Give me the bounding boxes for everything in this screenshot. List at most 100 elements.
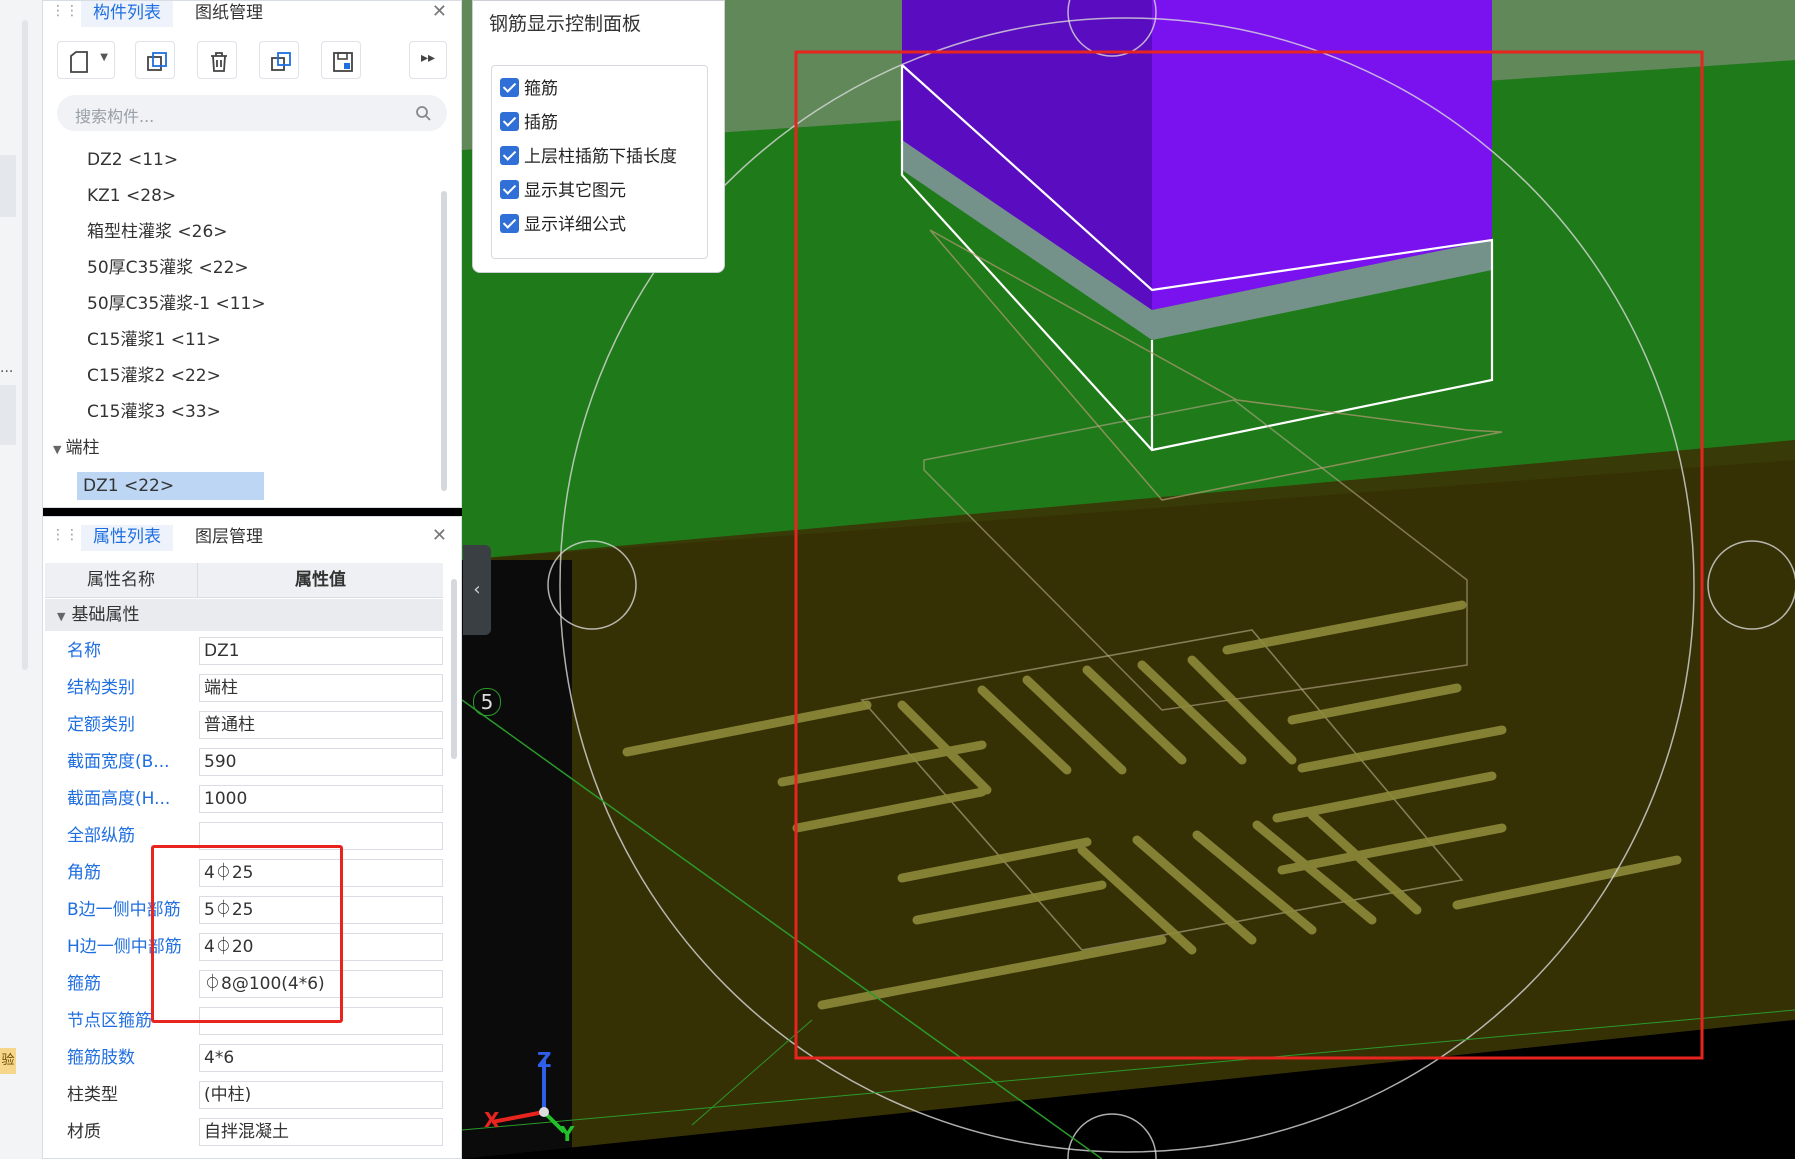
property-name: 柱类型 bbox=[67, 1085, 118, 1105]
property-row: 柱类型 (中柱) bbox=[45, 1077, 443, 1114]
list-item[interactable]: C15灌浆3 <33> bbox=[81, 398, 227, 426]
drag-grip-icon[interactable]: ⋮⋮ bbox=[51, 1, 79, 23]
rebar-display-panel: 钢筋显示控制面板 箍筋 插筋 上层柱插筋下插长度 显示其它图元 显示详细公式 bbox=[472, 0, 725, 273]
more-tools-button[interactable]: ▸▸ bbox=[409, 41, 447, 79]
save-icon bbox=[333, 52, 353, 72]
foundation-side bbox=[462, 560, 572, 1159]
tab-property-list[interactable]: 属性列表 bbox=[81, 525, 173, 551]
list-item[interactable]: DZ2 <11> bbox=[81, 146, 184, 174]
axis-label-x: X bbox=[484, 1108, 500, 1132]
property-name: 截面高度(H... bbox=[67, 789, 171, 809]
checkbox-show-other-elements[interactable]: 显示其它图元 bbox=[500, 176, 626, 206]
left-strip-block[interactable] bbox=[0, 155, 16, 217]
rebar-options-group: 箍筋 插筋 上层柱插筋下插长度 显示其它图元 显示详细公式 bbox=[491, 65, 708, 259]
property-section-basic[interactable]: ▼ 基础属性 bbox=[45, 599, 443, 631]
group-label: 端柱 bbox=[65, 438, 100, 458]
checkbox-checked-icon[interactable] bbox=[500, 180, 519, 199]
tree-group-end-column[interactable]: ▼ 端柱 bbox=[53, 434, 99, 462]
component-toolbar: ▼ ▸▸ bbox=[57, 41, 447, 81]
column-header-value[interactable]: 属性值 bbox=[198, 563, 443, 597]
component-tabs: ⋮⋮ 构件列表 图纸管理 ✕ bbox=[43, 1, 461, 27]
property-value[interactable]: 端柱 bbox=[199, 674, 443, 702]
property-row: 定额类别 普通柱 bbox=[45, 707, 443, 744]
property-value[interactable]: 1000 bbox=[199, 785, 443, 813]
tab-drawing-management[interactable]: 图纸管理 bbox=[183, 1, 275, 27]
checkbox-checked-icon[interactable] bbox=[500, 214, 519, 233]
copy-icon bbox=[147, 52, 167, 71]
new-component-button[interactable]: ▼ bbox=[57, 41, 115, 79]
chevron-left-icon: ‹ bbox=[473, 579, 481, 600]
delete-component-button[interactable] bbox=[197, 41, 237, 79]
copy-component-button[interactable] bbox=[135, 41, 175, 79]
tab-layer-management[interactable]: 图层管理 bbox=[183, 525, 275, 551]
property-value[interactable]: 4*6 bbox=[199, 1044, 443, 1072]
checkbox-label: 显示其它图元 bbox=[524, 181, 626, 201]
component-search[interactable]: 搜索构件... bbox=[57, 95, 447, 131]
axis-label-y: Y bbox=[560, 1122, 575, 1146]
caret-down-icon[interactable]: ▼ bbox=[53, 443, 61, 456]
property-value[interactable]: DZ1 bbox=[199, 637, 443, 665]
list-item[interactable]: 50厚C35灌浆-1 <11> bbox=[81, 290, 272, 318]
property-row: 截面高度(H... 1000 bbox=[45, 781, 443, 818]
left-toolstrip: ... 验 bbox=[0, 0, 43, 1159]
save-component-button[interactable] bbox=[321, 41, 361, 79]
search-input[interactable]: 搜索构件... bbox=[75, 103, 154, 127]
property-row: 结构类别 端柱 bbox=[45, 670, 443, 707]
list-item[interactable]: C15灌浆2 <22> bbox=[81, 362, 227, 390]
property-name: 结构类别 bbox=[67, 678, 135, 698]
drag-grip-icon[interactable]: ⋮⋮ bbox=[51, 525, 79, 547]
double-chevron-right-icon: ▸▸ bbox=[421, 50, 436, 66]
property-list-panel: ⋮⋮ 属性列表 图层管理 ✕ 属性名称 属性值 ▼ 基础属性 名称 DZ1 结构类别… bbox=[42, 516, 462, 1159]
close-icon[interactable]: ✕ bbox=[432, 1, 447, 23]
left-strip-scrollbar[interactable] bbox=[22, 20, 28, 670]
tab-component-list[interactable]: 构件列表 bbox=[81, 1, 173, 27]
layers-copy-icon bbox=[271, 52, 291, 71]
property-tabs: ⋮⋮ 属性列表 图层管理 ✕ bbox=[43, 525, 461, 551]
collapse-panel-button[interactable]: ‹ bbox=[463, 545, 491, 635]
property-row: 名称 DZ1 bbox=[45, 633, 443, 670]
list-item[interactable]: 50厚C35灌浆 <22> bbox=[81, 254, 255, 282]
property-grid-header: 属性名称 属性值 bbox=[45, 563, 443, 598]
checkbox-checked-icon[interactable] bbox=[500, 112, 519, 131]
checkbox-show-detailed-formula[interactable]: 显示详细公式 bbox=[500, 210, 626, 240]
caret-down-icon[interactable]: ▼ bbox=[57, 610, 65, 623]
search-icon[interactable] bbox=[415, 105, 431, 121]
left-strip-dots: ... bbox=[0, 360, 14, 376]
column-header-name[interactable]: 属性名称 bbox=[45, 563, 198, 597]
property-name: 定额类别 bbox=[67, 715, 135, 735]
property-value[interactable]: 590 bbox=[199, 748, 443, 776]
list-item[interactable]: KZ1 <28> bbox=[81, 182, 182, 210]
property-grid-scrollbar[interactable] bbox=[451, 579, 457, 759]
checkbox-dowel[interactable]: 插筋 bbox=[500, 108, 558, 138]
property-name: 箍筋肢数 bbox=[67, 1048, 135, 1068]
dropdown-arrow-icon: ▼ bbox=[100, 52, 108, 63]
checkbox-label: 显示详细公式 bbox=[524, 215, 626, 235]
property-name: 名称 bbox=[67, 641, 101, 661]
property-row: 截面宽度(B... 590 bbox=[45, 744, 443, 781]
duplicate-layer-button[interactable] bbox=[259, 41, 299, 79]
property-row: 箍筋肢数 4*6 bbox=[45, 1040, 443, 1077]
selected-list-item[interactable]: DZ1 <22> bbox=[77, 472, 264, 500]
component-list-scrollbar[interactable] bbox=[441, 191, 447, 491]
axis-label-z: Z bbox=[537, 1048, 552, 1072]
close-icon[interactable]: ✕ bbox=[432, 525, 447, 547]
property-value[interactable]: 普通柱 bbox=[199, 711, 443, 739]
list-item[interactable]: 箱型柱灌浆 <26> bbox=[81, 218, 234, 246]
left-strip-badge[interactable]: 验 bbox=[0, 1048, 16, 1074]
checkbox-upper-dowel-length[interactable]: 上层柱插筋下插长度 bbox=[500, 142, 677, 172]
left-strip-block-2[interactable] bbox=[0, 385, 16, 445]
checkbox-stirrup[interactable]: 箍筋 bbox=[500, 74, 558, 104]
checkbox-checked-icon[interactable] bbox=[500, 146, 519, 165]
new-file-icon bbox=[70, 51, 88, 73]
list-item[interactable]: C15灌浆1 <11> bbox=[81, 326, 227, 354]
axis-label: 5 bbox=[473, 688, 501, 716]
property-value[interactable]: 自拌混凝土 bbox=[199, 1118, 443, 1146]
property-value[interactable]: (中柱) bbox=[199, 1081, 443, 1109]
component-list-panel: ⋮⋮ 构件列表 图纸管理 ✕ ▼ ▸▸ 搜索构件... DZ2 <11> KZ1… bbox=[42, 0, 462, 508]
section-label: 基础属性 bbox=[71, 605, 140, 625]
property-name: 截面宽度(B... bbox=[67, 752, 170, 772]
checkbox-label: 插筋 bbox=[524, 113, 558, 133]
highlight-box-properties bbox=[151, 845, 343, 1023]
checkbox-checked-icon[interactable] bbox=[500, 78, 519, 97]
property-name: 材质 bbox=[67, 1122, 101, 1142]
